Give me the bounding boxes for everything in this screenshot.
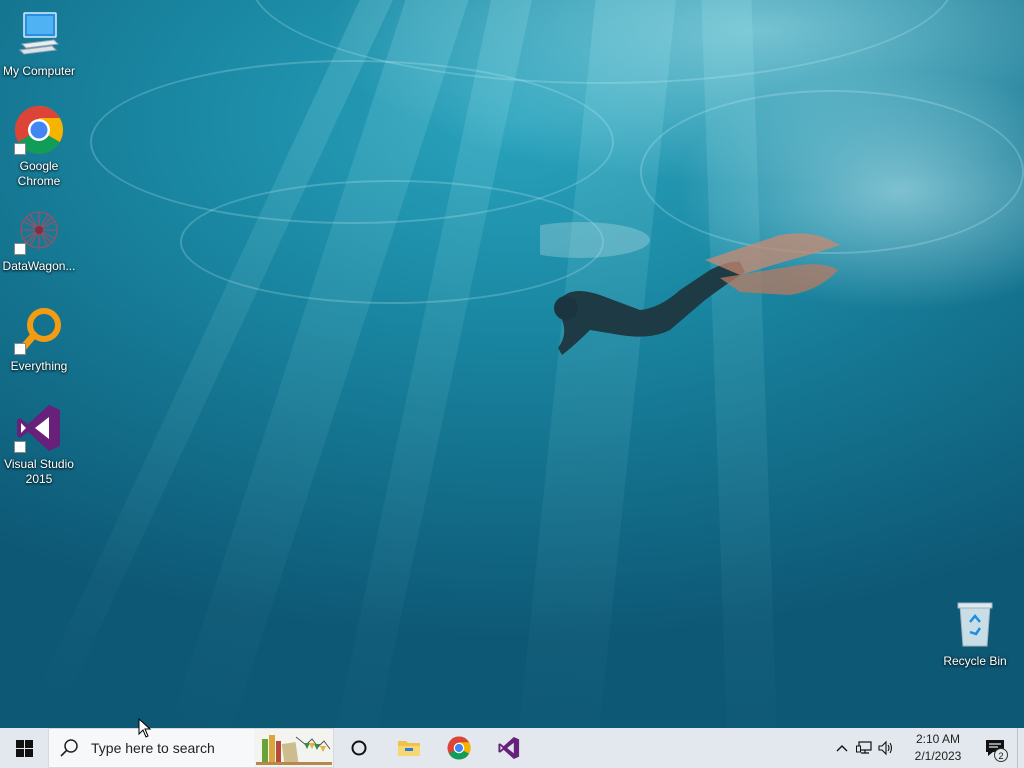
network-button[interactable] — [853, 728, 875, 768]
desktop-icon-visual-studio-2015[interactable]: Visual Studio 2015 — [0, 403, 78, 487]
taskbar-visual-studio[interactable] — [484, 728, 534, 768]
shortcut-arrow-icon — [14, 343, 26, 355]
mouse-cursor-icon — [138, 718, 152, 738]
desktop-icon-label: My Computer — [2, 64, 76, 78]
visual-studio-icon — [498, 736, 520, 760]
chrome-icon — [14, 105, 64, 155]
taskbar-chrome[interactable] — [434, 728, 484, 768]
desktop-icon-label: Recycle Bin — [943, 654, 1007, 668]
clock-date: 2/1/2023 — [914, 749, 962, 763]
desktop-icon-my-computer[interactable]: My Computer — [0, 10, 78, 79]
search-highlight-books-icon — [255, 735, 332, 765]
clock-time: 2:10 AM — [915, 732, 961, 746]
desktop-icon-label: Everything — [10, 359, 68, 373]
windows-logo-icon — [15, 739, 33, 757]
file-explorer-icon — [398, 741, 420, 756]
desktop-icon-everything[interactable]: Everything — [0, 305, 78, 374]
desktop-icon-label: Visual Studio 2015 — [4, 457, 74, 486]
taskbar: Type here to search 2:10 AM 2/1/2023 2 — [0, 728, 1024, 768]
cortana-button[interactable] — [334, 728, 384, 768]
network-icon — [856, 741, 872, 754]
desktop[interactable]: My Computer Google Chrome DataWagon... E… — [0, 0, 1024, 728]
volume-button[interactable] — [875, 728, 897, 768]
datawagon-icon — [14, 205, 64, 255]
taskbar-file-explorer[interactable] — [384, 728, 434, 768]
computer-icon — [14, 10, 64, 60]
shortcut-arrow-icon — [14, 441, 26, 453]
cortana-icon — [351, 740, 367, 756]
show-desktop-button[interactable] — [1017, 728, 1024, 768]
show-hidden-icons-button[interactable] — [831, 728, 853, 768]
shortcut-arrow-icon — [14, 243, 26, 255]
freediver-silhouette — [540, 222, 840, 355]
volume-icon — [878, 740, 893, 756]
desktop-icon-datawagon[interactable]: DataWagon... — [0, 205, 78, 274]
action-center-button[interactable]: 2 — [973, 728, 1017, 768]
desktop-icon-label: Google Chrome — [17, 159, 61, 188]
taskbar-clock[interactable]: 2:10 AM 2/1/2023 — [903, 731, 973, 765]
chrome-icon — [447, 736, 471, 760]
shortcut-arrow-icon — [14, 143, 26, 155]
notification-count-badge: 2 — [994, 748, 1008, 762]
recycle-bin-icon — [950, 600, 1000, 650]
search-highlight-image[interactable] — [254, 728, 334, 768]
desktop-icon-recycle-bin[interactable]: Recycle Bin — [936, 600, 1014, 669]
chevron-up-icon — [836, 745, 848, 752]
visual-studio-icon — [14, 403, 64, 453]
desktop-icon-google-chrome[interactable]: Google Chrome — [0, 105, 78, 189]
search-icon — [60, 739, 78, 757]
desktop-icon-label: DataWagon... — [2, 259, 76, 273]
everything-search-icon — [14, 305, 64, 355]
search-placeholder: Type here to search — [91, 740, 215, 756]
system-tray: 2:10 AM 2/1/2023 2 — [831, 728, 1024, 768]
start-button[interactable] — [0, 728, 48, 768]
